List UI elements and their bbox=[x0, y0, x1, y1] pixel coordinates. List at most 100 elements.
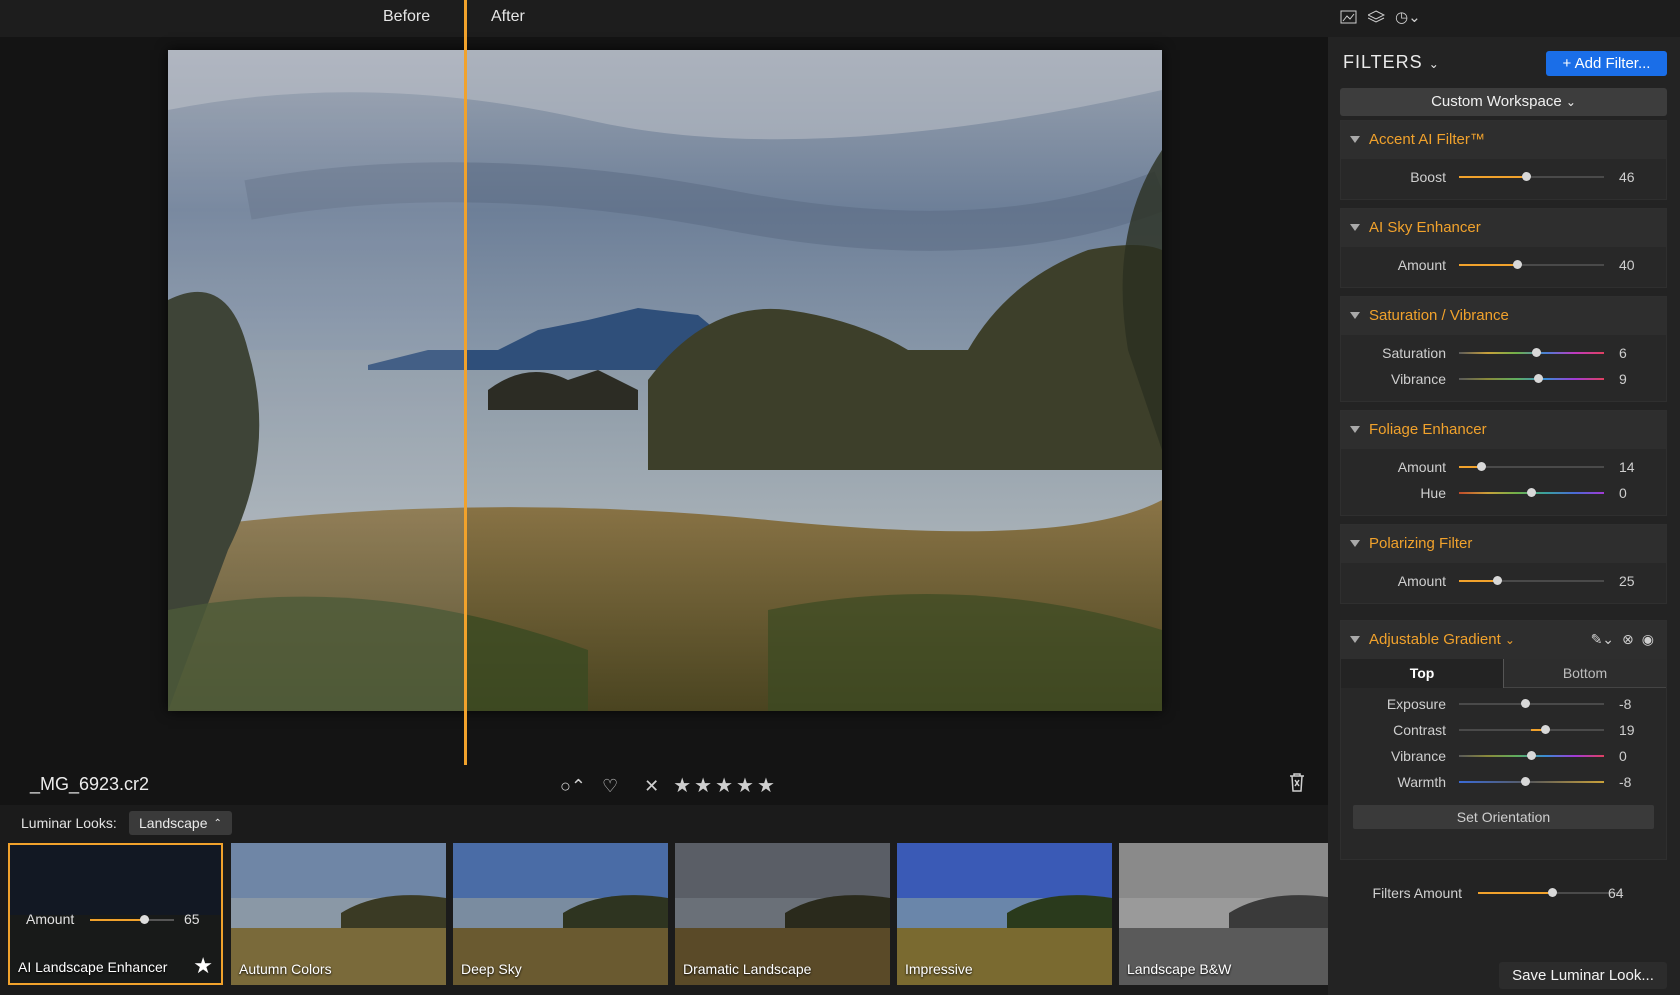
hue-slider[interactable] bbox=[1459, 488, 1604, 497]
amount-slider[interactable] bbox=[1459, 260, 1604, 269]
slider-value: 0 bbox=[1619, 485, 1627, 501]
star-rating[interactable]: ★ ★ ★ ★ ★ bbox=[673, 773, 775, 798]
saturation-slider[interactable] bbox=[1459, 348, 1604, 357]
look-thumb-autumn-colors[interactable]: Autumn Colors bbox=[231, 843, 446, 985]
looks-category-value: Landscape bbox=[139, 815, 208, 831]
filter-title: Adjustable Gradient ⌄ bbox=[1369, 631, 1515, 648]
luminar-looks-bar: Luminar Looks: Landscape ⌃ bbox=[0, 805, 1328, 841]
before-label: Before bbox=[383, 8, 431, 25]
look-thumb-dramatic-landscape[interactable]: Dramatic Landscape bbox=[675, 843, 890, 985]
filter-polarizing: Polarizing Filter Amount 25 bbox=[1340, 524, 1667, 604]
slider-value: 9 bbox=[1619, 371, 1627, 387]
slider-label: Warmth bbox=[1397, 774, 1446, 790]
star-icon[interactable]: ★ bbox=[736, 773, 754, 798]
look-amount-slider[interactable] bbox=[90, 915, 174, 924]
filters-title[interactable]: FILTERS ⌄ bbox=[1343, 52, 1440, 73]
workspace-value: Custom Workspace bbox=[1431, 93, 1562, 110]
slider-label: Saturation bbox=[1382, 345, 1446, 361]
collapse-triangle-icon[interactable] bbox=[1350, 426, 1360, 433]
look-amount-label: Amount bbox=[26, 911, 75, 927]
reject-x-icon[interactable]: ✕ bbox=[644, 775, 659, 797]
collapse-triangle-icon[interactable] bbox=[1350, 540, 1360, 547]
tab-top[interactable]: Top bbox=[1341, 659, 1504, 688]
favorite-heart-icon[interactable]: ♡ bbox=[602, 775, 618, 797]
look-thumb-landscape-bw[interactable]: Landscape B&W bbox=[1119, 843, 1328, 985]
filters-amount-slider[interactable] bbox=[1478, 888, 1623, 897]
slider-row: Amount 14 bbox=[1341, 454, 1666, 480]
delete-trash-icon[interactable] bbox=[1289, 772, 1305, 797]
filter-header[interactable]: Foliage Enhancer bbox=[1341, 411, 1666, 449]
image-canvas bbox=[0, 37, 1328, 765]
slider-label: Boost bbox=[1410, 169, 1446, 185]
amount-slider[interactable] bbox=[1459, 462, 1604, 471]
slider-value: 0 bbox=[1619, 748, 1627, 764]
star-icon[interactable]: ★ bbox=[694, 773, 712, 798]
visibility-eye-icon[interactable]: ◉ bbox=[1642, 631, 1654, 648]
workspace-dropdown[interactable]: Custom Workspace ⌄ bbox=[1340, 88, 1667, 116]
look-thumb-deep-sky[interactable]: Deep Sky bbox=[453, 843, 668, 985]
looks-category-dropdown[interactable]: Landscape ⌃ bbox=[129, 811, 232, 835]
set-orientation-button[interactable]: Set Orientation bbox=[1353, 805, 1654, 829]
histogram-icon[interactable] bbox=[1340, 10, 1357, 28]
slider-row: Amount 40 bbox=[1341, 252, 1666, 278]
look-thumb-ai-landscape-enhancer[interactable]: Amount 65 AI Landscape Enhancer ★ bbox=[8, 843, 223, 985]
reset-icon[interactable]: ⊗ bbox=[1622, 631, 1634, 648]
chevron-down-icon: ⌄ bbox=[1565, 95, 1576, 109]
slider-row: Saturation 6 bbox=[1341, 340, 1666, 366]
history-clock-icon[interactable]: ◷⌄ bbox=[1395, 8, 1421, 26]
info-row: _MG_6923.cr2 ○⌃ ♡ ✕ ★ ★ ★ ★ ★ bbox=[0, 765, 1328, 805]
slider-row: Boost 46 bbox=[1341, 164, 1666, 190]
contrast-slider[interactable] bbox=[1459, 725, 1604, 734]
filter-title-text: Adjustable Gradient bbox=[1369, 631, 1501, 648]
filter-header[interactable]: Adjustable Gradient ⌄ ✎⌄ ⊗ ◉ bbox=[1341, 621, 1666, 659]
slider-label: Filters Amount bbox=[1372, 885, 1462, 901]
look-name: Dramatic Landscape bbox=[683, 961, 812, 977]
save-luminar-look-button[interactable]: Save Luminar Look... bbox=[1499, 962, 1667, 989]
slider-label: Amount bbox=[1397, 459, 1446, 475]
slider-label: Vibrance bbox=[1390, 371, 1446, 387]
filters-panel: ◷⌄ FILTERS ⌄ + Add Filter... Custom Work… bbox=[1328, 0, 1680, 995]
filter-header[interactable]: AI Sky Enhancer bbox=[1341, 209, 1666, 247]
filter-title: Accent AI Filter™ bbox=[1369, 131, 1485, 148]
brush-icon[interactable]: ✎⌄ bbox=[1591, 631, 1614, 648]
collapse-triangle-icon[interactable] bbox=[1350, 136, 1360, 143]
exposure-slider[interactable] bbox=[1459, 699, 1604, 708]
star-icon[interactable]: ★ bbox=[673, 773, 691, 798]
slider-label: Vibrance bbox=[1390, 748, 1446, 764]
look-thumb-impressive[interactable]: Impressive bbox=[897, 843, 1112, 985]
filters-title-text: FILTERS bbox=[1343, 52, 1423, 72]
layers-icon[interactable] bbox=[1366, 10, 1386, 28]
color-label-icon[interactable]: ○⌃ bbox=[560, 775, 586, 797]
warmth-slider[interactable] bbox=[1459, 777, 1604, 786]
before-region bbox=[168, 50, 465, 711]
vibrance-slider[interactable] bbox=[1459, 374, 1604, 383]
look-name: Autumn Colors bbox=[239, 961, 332, 977]
collapse-triangle-icon[interactable] bbox=[1350, 636, 1360, 643]
before-after-divider-handle[interactable] bbox=[464, 0, 467, 765]
filter-header[interactable]: Accent AI Filter™ bbox=[1341, 121, 1666, 159]
amount-slider[interactable] bbox=[1459, 576, 1604, 585]
tab-bottom[interactable]: Bottom bbox=[1504, 659, 1666, 688]
star-icon[interactable]: ★ bbox=[715, 773, 733, 798]
slider-label: Hue bbox=[1420, 485, 1446, 501]
favorite-star-icon[interactable]: ★ bbox=[193, 953, 213, 979]
filters-amount: Filters Amount 64 bbox=[1340, 880, 1667, 910]
slider-label: Amount bbox=[1397, 257, 1446, 273]
add-filter-button[interactable]: + Add Filter... bbox=[1546, 51, 1667, 76]
slider-row: Warmth -8 bbox=[1341, 769, 1666, 795]
vibrance-slider[interactable] bbox=[1459, 751, 1604, 760]
filter-accent-ai: Accent AI Filter™ Boost 46 bbox=[1340, 120, 1667, 200]
look-name: Impressive bbox=[905, 961, 973, 977]
collapse-triangle-icon[interactable] bbox=[1350, 312, 1360, 319]
slider-row: Vibrance 0 bbox=[1341, 743, 1666, 769]
star-icon[interactable]: ★ bbox=[757, 773, 775, 798]
collapse-triangle-icon[interactable] bbox=[1350, 224, 1360, 231]
boost-slider[interactable] bbox=[1459, 172, 1604, 181]
filter-header[interactable]: Saturation / Vibrance bbox=[1341, 297, 1666, 335]
slider-value: 46 bbox=[1619, 169, 1635, 185]
slider-row: Filters Amount 64 bbox=[1340, 880, 1667, 906]
slider-value: -8 bbox=[1619, 774, 1632, 790]
slider-value: 19 bbox=[1619, 722, 1635, 738]
chevron-down-icon[interactable]: ⌄ bbox=[1505, 633, 1515, 647]
filter-header[interactable]: Polarizing Filter bbox=[1341, 525, 1666, 563]
